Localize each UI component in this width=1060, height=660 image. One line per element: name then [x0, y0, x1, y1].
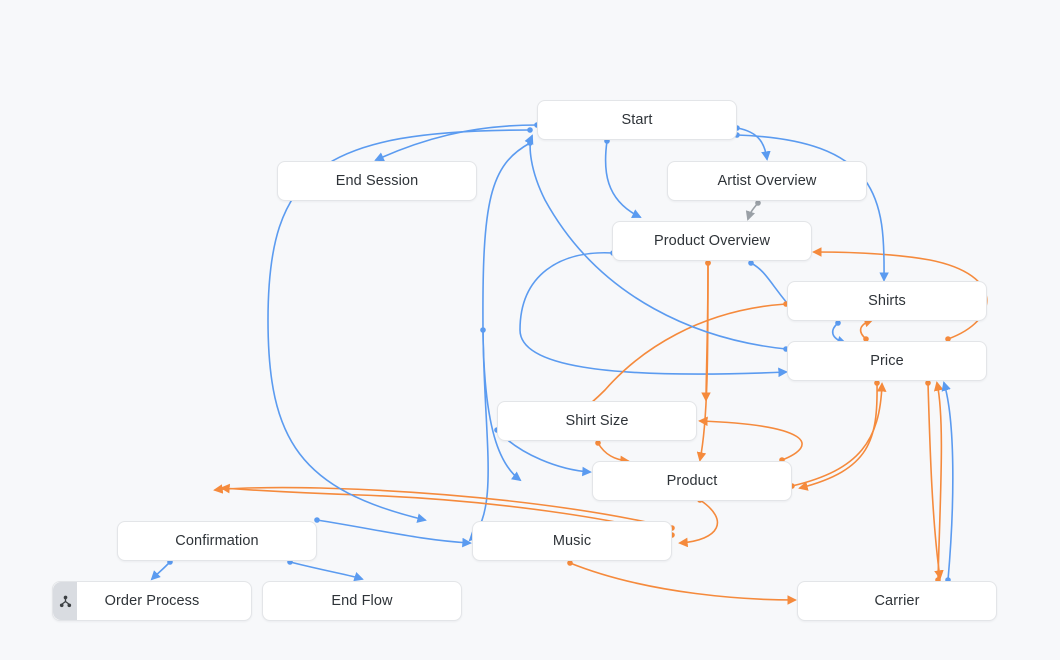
node-label: End Flow: [331, 593, 392, 609]
node-end_session[interactable]: End Session: [277, 161, 477, 201]
node-artist_overview[interactable]: Artist Overview: [667, 161, 867, 201]
node-confirmation[interactable]: Confirmation: [117, 521, 317, 561]
node-label: Product Overview: [654, 233, 770, 249]
node-carrier[interactable]: Carrier: [797, 581, 997, 621]
node-price[interactable]: Price: [787, 341, 987, 381]
node-label: Order Process: [105, 593, 200, 609]
node-label: Carrier: [874, 593, 919, 609]
node-label: Product: [667, 473, 718, 489]
node-label: Music: [553, 533, 591, 549]
node-product_overview[interactable]: Product Overview: [612, 221, 812, 261]
node-shirt_size[interactable]: Shirt Size: [497, 401, 697, 441]
node-layer: Start End Session Artist Overview Product O…: [0, 0, 1060, 660]
node-music[interactable]: Music: [472, 521, 672, 561]
node-label: End Session: [336, 173, 419, 189]
node-label: Confirmation: [175, 533, 258, 549]
node-label: Artist Overview: [718, 173, 817, 189]
node-order_process[interactable]: Order Process: [52, 581, 252, 621]
node-label: Start: [621, 112, 652, 128]
node-label: Shirts: [868, 293, 906, 309]
node-label: Shirt Size: [565, 413, 628, 429]
node-start[interactable]: Start: [537, 100, 737, 140]
node-shirts[interactable]: Shirts: [787, 281, 987, 321]
node-product[interactable]: Product: [592, 461, 792, 501]
node-end_flow[interactable]: End Flow: [262, 581, 462, 621]
hierarchy-icon: [53, 582, 77, 620]
diagram-canvas[interactable]: Start End Session Artist Overview Product O…: [0, 0, 1060, 660]
node-label: Price: [870, 353, 904, 369]
